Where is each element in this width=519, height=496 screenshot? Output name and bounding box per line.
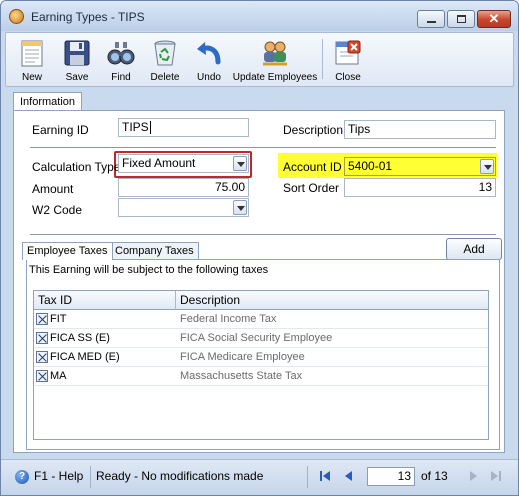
table-row[interactable]: FICA MED (E) FICA Medicare Employee xyxy=(34,348,488,367)
chevron-down-icon[interactable] xyxy=(233,156,247,171)
window-title: Earning Types - TIPS xyxy=(31,10,145,24)
sort-order-input[interactable]: 13 xyxy=(344,178,496,197)
earning-types-window: Earning Types - TIPS ✕ New Save Find Del… xyxy=(0,0,519,496)
tab-employee-taxes[interactable]: Employee Taxes xyxy=(22,242,113,260)
calculation-type-label: Calculation Type xyxy=(32,160,121,174)
account-id-label: Account ID xyxy=(283,160,342,174)
column-header-tax-id[interactable]: Tax ID xyxy=(34,291,176,310)
close-icon: ✕ xyxy=(488,11,500,26)
table-row[interactable]: FICA SS (E) FICA Social Security Employe… xyxy=(34,329,488,348)
new-label: New xyxy=(21,72,42,83)
sort-order-label: Sort Order xyxy=(283,181,340,195)
chevron-down-icon[interactable] xyxy=(480,159,494,174)
w2-code-label: W2 Code xyxy=(32,203,83,217)
close-label: Close xyxy=(335,72,361,83)
information-panel: Earning ID TIPS Description Tips Calcula… xyxy=(13,110,505,453)
minimize-icon xyxy=(427,21,436,23)
find-button[interactable]: Find xyxy=(101,35,141,85)
earning-id-label: Earning ID xyxy=(32,123,89,137)
help-icon[interactable]: ? xyxy=(15,470,29,484)
x-checkbox-icon[interactable] xyxy=(36,332,48,344)
amount-label: Amount xyxy=(32,182,74,196)
tax-description-cell: Massachusetts State Tax xyxy=(180,370,303,382)
save-button[interactable]: Save xyxy=(57,35,97,85)
title-bar[interactable]: Earning Types - TIPS ✕ xyxy=(1,1,518,31)
earning-id-value: TIPS xyxy=(122,120,149,134)
maximize-button[interactable] xyxy=(447,10,475,28)
close-form-icon xyxy=(335,40,361,65)
x-checkbox-icon[interactable] xyxy=(36,370,48,382)
record-number-input[interactable]: 13 xyxy=(367,467,415,486)
section-divider xyxy=(30,234,496,235)
update-employees-button[interactable]: Update Employees xyxy=(232,35,318,85)
tax-description-cell: FICA Medicare Employee xyxy=(180,351,305,363)
find-label: Find xyxy=(111,72,131,83)
toolbar: New Save Find Delete Undo Update Employe… xyxy=(5,32,514,87)
recycle-bin-icon xyxy=(154,40,176,66)
last-record-icon[interactable] xyxy=(488,468,504,484)
update-employees-icon xyxy=(263,41,287,66)
text-caret xyxy=(149,121,151,135)
help-text[interactable]: F1 - Help xyxy=(34,469,83,483)
chevron-down-icon[interactable] xyxy=(233,200,247,215)
tax-description-cell: FICA Social Security Employee xyxy=(180,332,333,344)
description-input[interactable]: Tips xyxy=(344,120,496,139)
undo-arrow-icon xyxy=(197,42,221,65)
x-checkbox-icon[interactable] xyxy=(36,313,48,325)
grid-header: Tax ID Description xyxy=(34,291,488,310)
table-row[interactable]: FIT Federal Income Tax xyxy=(34,310,488,329)
minimize-button[interactable] xyxy=(417,10,445,28)
content-area: Information Earning ID TIPS Description … xyxy=(5,89,514,459)
description-label: Description xyxy=(283,123,344,137)
maximize-icon xyxy=(457,15,466,23)
tax-id-cell: MA xyxy=(50,370,67,382)
calculation-type-value: Fixed Amount xyxy=(122,156,196,170)
taxes-intro-text: This Earning will be subject to the foll… xyxy=(29,264,269,276)
update-employees-label: Update Employees xyxy=(232,72,318,83)
delete-button[interactable]: Delete xyxy=(145,35,185,85)
table-row[interactable]: MA Massachusetts State Tax xyxy=(34,367,488,386)
account-id-select[interactable]: 5400-01 xyxy=(344,157,496,176)
tax-id-cell: FICA SS (E) xyxy=(50,332,110,344)
x-checkbox-icon[interactable] xyxy=(36,351,48,363)
app-icon xyxy=(9,9,24,24)
undo-label: Undo xyxy=(197,72,221,83)
new-button[interactable]: New xyxy=(12,35,52,85)
close-window-button[interactable]: ✕ xyxy=(477,10,511,28)
status-bar: ? F1 - Help Ready - No modifications mad… xyxy=(1,459,518,495)
employee-taxes-panel: This Earning will be subject to the foll… xyxy=(26,259,500,450)
earning-id-input[interactable]: TIPS xyxy=(118,118,249,137)
tax-description-cell: Federal Income Tax xyxy=(180,313,277,325)
calculation-type-select[interactable]: Fixed Amount xyxy=(118,154,249,173)
binoculars-icon xyxy=(107,42,135,65)
next-record-icon[interactable] xyxy=(465,468,481,484)
toolbar-separator xyxy=(322,39,323,79)
tax-id-cell: FICA MED (E) xyxy=(50,351,120,363)
account-id-value: 5400-01 xyxy=(348,159,393,173)
status-message: Ready - No modifications made xyxy=(96,469,264,483)
tab-company-taxes[interactable]: Company Taxes xyxy=(110,242,199,260)
tab-information[interactable]: Information xyxy=(13,92,83,111)
close-button[interactable]: Close xyxy=(328,35,368,85)
delete-label: Delete xyxy=(150,72,180,83)
status-separator xyxy=(307,466,308,488)
new-document-icon xyxy=(21,40,43,67)
column-header-description[interactable]: Description xyxy=(176,291,488,310)
add-button[interactable]: Add xyxy=(446,238,502,260)
amount-input[interactable]: 75.00 xyxy=(118,178,249,197)
undo-button[interactable]: Undo xyxy=(189,35,229,85)
record-count-text: of 13 xyxy=(421,469,448,483)
taxes-grid: Tax ID Description FIT Federal Income Ta… xyxy=(33,290,489,440)
status-separator xyxy=(90,466,91,488)
save-disk-icon xyxy=(64,40,90,66)
tax-id-cell: FIT xyxy=(50,313,67,325)
w2-code-select[interactable] xyxy=(118,198,249,217)
save-label: Save xyxy=(65,72,89,83)
first-record-icon[interactable] xyxy=(317,468,333,484)
previous-record-icon[interactable] xyxy=(341,468,357,484)
form-divider xyxy=(30,147,496,148)
